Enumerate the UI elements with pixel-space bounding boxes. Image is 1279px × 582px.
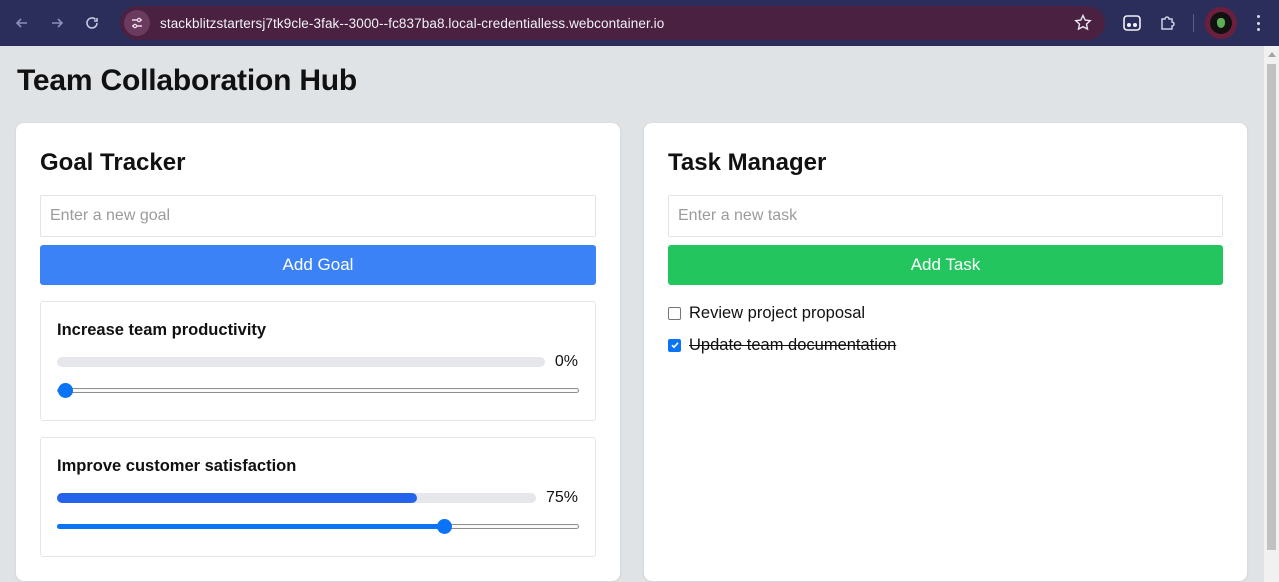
- task-checkbox[interactable]: [668, 306, 681, 320]
- task-item: Update team documentation: [668, 334, 896, 356]
- goal-slider-thumb[interactable]: [58, 383, 73, 398]
- forward-icon[interactable]: [44, 10, 70, 36]
- scrollbar-thumb[interactable]: [1267, 64, 1276, 550]
- star-icon[interactable]: [1073, 13, 1093, 33]
- site-info-icon[interactable]: [124, 10, 150, 36]
- goal-item: Increase team productivity 0%: [40, 301, 596, 421]
- goal-progress-bar: [57, 357, 545, 367]
- task-label: Review project proposal: [689, 303, 866, 322]
- goal-tracker-heading: Goal Tracker: [40, 149, 186, 176]
- goal-item: Improve customer satisfaction 75%: [40, 437, 596, 557]
- extension-icon[interactable]: [1122, 13, 1142, 33]
- puzzle-icon[interactable]: [1158, 13, 1178, 33]
- task-manager-card: Task Manager Add Task Review project pro…: [644, 123, 1247, 581]
- task-input[interactable]: [668, 195, 1223, 237]
- goal-slider-fill: [57, 524, 445, 529]
- reload-icon[interactable]: [79, 10, 105, 36]
- menu-icon[interactable]: [1250, 13, 1266, 33]
- back-icon[interactable]: [9, 10, 35, 36]
- goal-progress-label: 75%: [545, 489, 578, 506]
- checkmark-icon: [670, 342, 679, 349]
- add-goal-button[interactable]: Add Goal: [40, 245, 596, 285]
- goal-progress-bar: [57, 493, 536, 503]
- task-checkbox[interactable]: [668, 338, 681, 352]
- page-title: Team Collaboration Hub: [17, 64, 358, 97]
- goal-slider-thumb[interactable]: [437, 519, 452, 534]
- url-text: stackblitzstartersj7tk9cle-3fak--3000--f…: [160, 15, 665, 31]
- task-manager-heading: Task Manager: [668, 149, 827, 176]
- scroll-up-icon[interactable]: [1268, 52, 1276, 57]
- page-scrollbar[interactable]: [1264, 46, 1279, 582]
- goal-input[interactable]: [40, 195, 596, 237]
- goal-progress-fill: [57, 493, 417, 503]
- add-task-button[interactable]: Add Task: [668, 245, 1223, 285]
- goal-progress-slider[interactable]: [57, 388, 579, 393]
- goal-progress-label: 0%: [554, 353, 578, 370]
- task-label: Update team documentation: [689, 335, 897, 354]
- goal-title: Increase team productivity: [57, 321, 267, 339]
- avatar[interactable]: [1205, 7, 1237, 39]
- address-bar[interactable]: stackblitzstartersj7tk9cle-3fak--3000--f…: [120, 6, 1105, 40]
- page-content: Team Collaboration Hub Goal Tracker Add …: [0, 46, 1264, 582]
- toolbar-separator: [1193, 14, 1194, 32]
- goal-title: Improve customer satisfaction: [57, 457, 297, 475]
- goal-tracker-card: Goal Tracker Add Goal Increase team prod…: [16, 123, 620, 581]
- task-item: Review project proposal: [668, 302, 865, 324]
